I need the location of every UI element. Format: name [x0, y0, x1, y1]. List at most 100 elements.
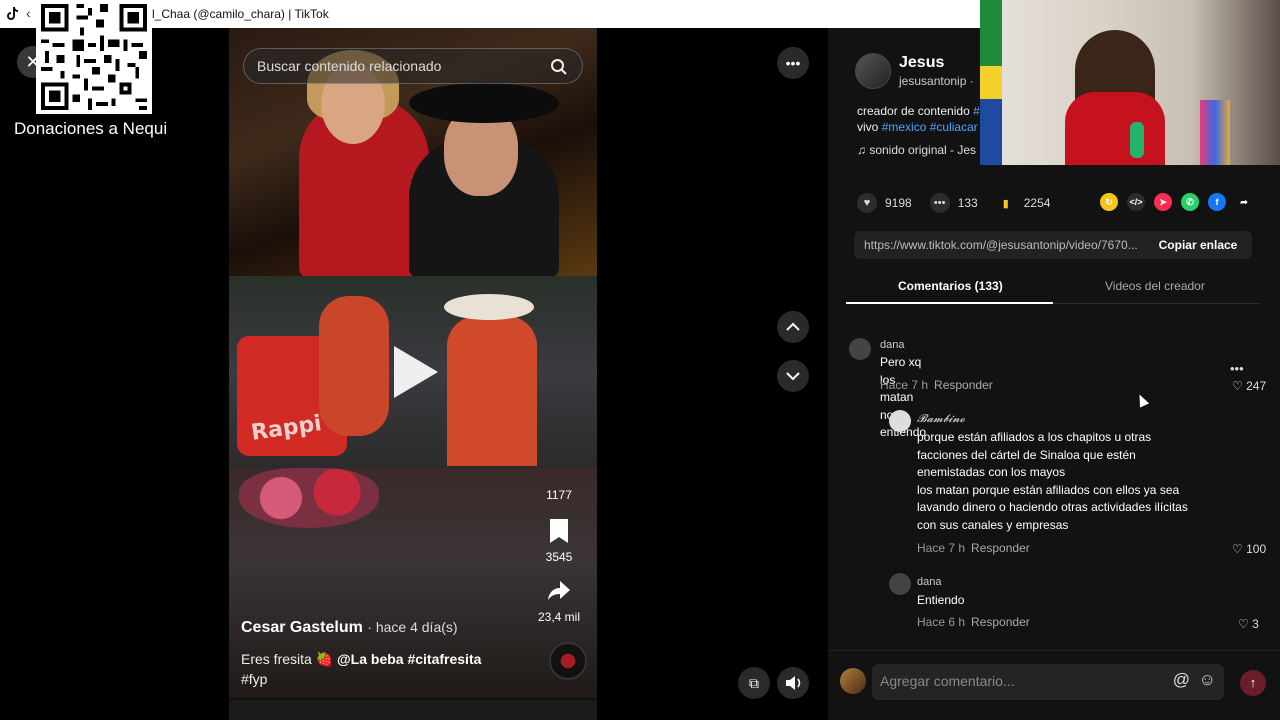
reply-button[interactable]: Responder	[971, 541, 1030, 555]
comment-line: facciones del cártel de Sinaloa que esté…	[917, 447, 1136, 462]
person-shape	[447, 316, 537, 466]
share-count: 23,4 mil	[537, 610, 581, 624]
like-button[interactable]: ♥ 9198	[857, 193, 912, 213]
avatar[interactable]	[889, 573, 911, 595]
emoji-icon[interactable]: ☺	[1199, 670, 1216, 690]
comment-username[interactable]: 𝓑𝓪𝓶𝓫𝓲𝓷𝓸	[917, 413, 965, 426]
comment-username[interactable]: dana	[880, 339, 904, 351]
video-author[interactable]: Cesar Gastelum · hace 4 día(s)	[241, 619, 458, 637]
comment-icon: •••	[929, 193, 950, 213]
comment-time: Hace 6 h	[917, 615, 966, 629]
search-icon[interactable]	[550, 58, 568, 76]
play-icon[interactable]	[394, 346, 438, 398]
heart-icon: ♡	[1232, 542, 1247, 556]
caption-text: Eres fresita 🍓	[241, 651, 334, 667]
comment-like[interactable]: ♡ 100	[1232, 542, 1266, 556]
embed-icon[interactable]: </>	[1127, 193, 1145, 211]
comment-input[interactable]: Agregar comentario... @ ☺	[872, 664, 1224, 700]
comment-composer: Agregar comentario... @ ☺ ↑	[828, 650, 1280, 720]
video-description: creador de contenido # vivo #mexico #cul…	[857, 103, 980, 135]
like-count: 9198	[885, 196, 912, 210]
comment-line: enemistadas con los mayos	[917, 465, 1066, 479]
favorite-button[interactable]: ▮ 2254	[996, 193, 1051, 213]
related-search-input[interactable]: Buscar contenido relacionado	[243, 48, 583, 84]
engagement-stats: ♥ 9198 ••• 133 ▮ 2254	[857, 192, 1068, 214]
whatsapp-icon[interactable]: ✆	[1181, 193, 1199, 211]
reply-button[interactable]: Responder	[934, 378, 993, 392]
avatar[interactable]	[889, 410, 911, 432]
qr-code	[36, 0, 152, 114]
pip-button[interactable]: ⧉	[738, 667, 770, 699]
comment-line: con sus canales y empresas	[917, 517, 1069, 532]
comment-count: 1177	[546, 488, 572, 502]
heart-icon: ♥	[857, 193, 877, 213]
volume-button[interactable]	[777, 667, 809, 699]
send-comment-button[interactable]: ↑	[1240, 670, 1266, 696]
user-avatar[interactable]	[840, 668, 866, 694]
share-icons: ↻ </> ➤ ✆ f ➦	[1100, 193, 1262, 211]
bookmark-icon[interactable]	[531, 518, 587, 547]
more-options-button[interactable]: •••	[777, 47, 809, 79]
creator-avatar[interactable]	[855, 53, 891, 89]
avatar[interactable]	[849, 338, 871, 360]
cowboy-hat	[444, 294, 534, 320]
video-thumbnail-1[interactable]: Buscar contenido relacionado	[229, 28, 597, 278]
volume-icon	[786, 676, 801, 690]
video-thumbnail-4[interactable]	[229, 700, 597, 720]
microphone	[1130, 122, 1144, 158]
comment-like[interactable]: ♡ 3	[1238, 617, 1259, 631]
comment-username[interactable]: dana	[917, 576, 941, 588]
favorite-count: 2254	[1023, 196, 1051, 210]
video-url[interactable]: https://www.tiktok.com/@jesusantonip/vid…	[864, 238, 1144, 252]
comment-like-count: 247	[1246, 379, 1267, 393]
video-caption: Eres fresita 🍓 @La beba #citafresita #fy…	[241, 649, 531, 689]
author-name[interactable]: Cesar Gastelum	[241, 619, 363, 636]
tab-comments[interactable]: Comentarios (133)	[898, 279, 1003, 293]
flowers	[239, 468, 379, 528]
chevron-down-icon	[786, 372, 800, 381]
cowboy-hat	[409, 83, 559, 123]
hashtag-link[interactable]: #fyp	[241, 671, 267, 687]
hashtag-link[interactable]: #culiacar	[930, 120, 978, 134]
hashtag-link[interactable]: #	[973, 104, 980, 118]
comment-meta: Hace 6 h Responder	[917, 615, 1030, 629]
sound-link[interactable]: ♫ sonido original - Jes	[857, 143, 980, 157]
mention-icon[interactable]: @	[1173, 670, 1190, 690]
music-disc-icon[interactable]	[549, 642, 587, 680]
screen: ‹ l_Chaa (@camilo_chara) | TikTok ✕ Dona…	[0, 0, 1280, 720]
creator-name[interactable]: Jesus	[899, 54, 944, 72]
comment-like[interactable]: ♡ 247	[1232, 379, 1266, 393]
share-link-box: https://www.tiktok.com/@jesusantonip/vid…	[854, 231, 1252, 259]
post-time: · hace 4 día(s)	[367, 619, 458, 635]
more-options-icon[interactable]: •••	[1230, 361, 1244, 376]
comment-line: lavando dinero o haciendo otras activida…	[917, 500, 1188, 514]
facebook-icon[interactable]: f	[1208, 193, 1226, 211]
share-icon[interactable]	[531, 578, 587, 607]
repost-icon[interactable]: ↻	[1100, 193, 1118, 211]
heart-icon: ♡	[1238, 617, 1253, 631]
back-icon[interactable]: ‹	[26, 5, 31, 21]
hashtag-link[interactable]: #citafresita	[407, 651, 481, 667]
reply-button[interactable]: Responder	[971, 615, 1030, 629]
send-icon[interactable]: ➤	[1154, 193, 1172, 211]
description-text: creador de contenido	[857, 104, 974, 118]
copy-link-button[interactable]: Copiar enlace	[1144, 231, 1252, 259]
tiktok-icon	[7, 7, 18, 20]
person-shape	[319, 296, 389, 436]
search-placeholder: Buscar contenido relacionado	[257, 58, 442, 74]
lamp	[1200, 100, 1230, 165]
hashtag-link[interactable]: #mexico	[882, 120, 927, 134]
tab-creator-videos[interactable]: Videos del creador	[1105, 279, 1205, 293]
video-feed[interactable]: Buscar contenido relacionado Rappi 1177 …	[229, 28, 597, 720]
comment-time: Hace 7 h	[880, 378, 929, 392]
creator-handle[interactable]: jesusantonip ·	[899, 74, 974, 88]
tab-title: l_Chaa (@camilo_chara) | TikTok	[152, 7, 329, 21]
mention-link[interactable]: @La beba	[337, 651, 404, 667]
next-video-button[interactable]	[777, 360, 809, 392]
video-thumbnail-2[interactable]: Rappi	[229, 276, 597, 468]
comment-placeholder: Agregar comentario...	[880, 673, 1015, 689]
previous-video-button[interactable]	[777, 311, 809, 343]
video-thumbnail-3[interactable]: 1177 3545 23,4 mil Cesar Gastelum · hace…	[229, 468, 597, 698]
share-icon[interactable]: ➦	[1235, 193, 1253, 211]
comment-button[interactable]: ••• 133	[929, 193, 978, 213]
